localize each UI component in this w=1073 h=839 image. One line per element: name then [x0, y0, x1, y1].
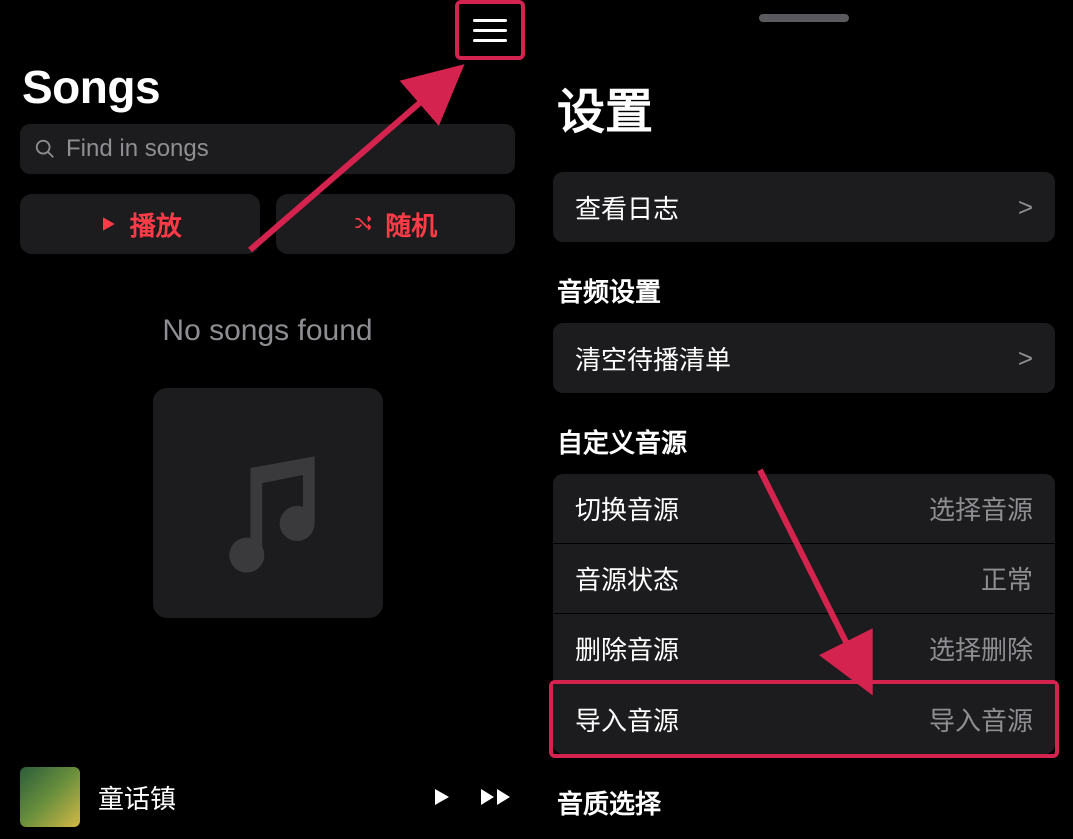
songs-screen: Songs Find in songs 播放 随机 No songs found… — [0, 0, 535, 839]
search-input[interactable]: Find in songs — [20, 124, 515, 174]
cell-label: 清空待播清单 — [575, 340, 731, 377]
import-source-highlight: 导入音源 导入音源 — [549, 680, 1059, 758]
play-icon — [98, 214, 118, 234]
section-quality: 音质选择 — [553, 754, 1055, 835]
cell-value: 导入音源 — [929, 701, 1033, 738]
chevron-right-icon: > — [1018, 192, 1033, 223]
play-icon[interactable] — [429, 784, 453, 810]
section-custom-source: 自定义音源 — [553, 393, 1055, 474]
section-audio: 音频设置 — [553, 242, 1055, 323]
cell-label: 导入音源 — [575, 701, 679, 738]
shuffle-icon — [353, 209, 373, 240]
action-buttons: 播放 随机 — [20, 194, 515, 254]
search-icon — [34, 138, 56, 160]
now-playing-title: 童话镇 — [98, 779, 411, 816]
hamburger-icon[interactable] — [473, 19, 507, 42]
cell-delete-source[interactable]: 删除音源 选择删除 — [553, 614, 1055, 684]
music-note-icon — [198, 433, 338, 573]
settings-screen: 设置 查看日志 > 音频设置 清空待播清单 > 自定义音源 切换音源 选择音源 … — [535, 0, 1073, 839]
empty-state-art — [153, 388, 383, 618]
now-playing-art — [20, 767, 80, 827]
cell-label: 音源状态 — [575, 560, 679, 597]
now-playing-controls — [429, 784, 515, 810]
cell-clear-queue[interactable]: 清空待播清单 > — [553, 323, 1055, 393]
cell-switch-source[interactable]: 切换音源 选择音源 — [553, 474, 1055, 544]
cell-value: 正常 — [981, 560, 1033, 597]
play-label: 播放 — [130, 206, 182, 243]
search-placeholder: Find in songs — [66, 135, 209, 163]
settings-title: 设置 — [539, 22, 1069, 172]
menu-button-highlight — [455, 0, 525, 60]
chevron-right-icon: > — [1018, 343, 1033, 374]
cell-value: 选择音源 — [929, 490, 1033, 527]
shuffle-button[interactable]: 随机 — [276, 194, 516, 254]
now-playing-bar[interactable]: 童话镇 — [0, 755, 535, 839]
play-button[interactable]: 播放 — [20, 194, 260, 254]
cell-value: 选择删除 — [929, 630, 1033, 667]
cell-import-source[interactable]: 导入音源 导入音源 — [553, 684, 1055, 754]
cell-label: 删除音源 — [575, 630, 679, 667]
cell-source-status[interactable]: 音源状态 正常 — [553, 544, 1055, 614]
cell-label: 切换音源 — [575, 490, 679, 527]
cell-view-log[interactable]: 查看日志 > — [553, 172, 1055, 242]
cell-label: 查看日志 — [575, 189, 679, 226]
next-icon[interactable] — [479, 784, 515, 810]
sheet-drag-handle[interactable] — [759, 14, 849, 22]
shuffle-label: 随机 — [385, 206, 437, 243]
empty-state-text: No songs found — [0, 314, 535, 348]
